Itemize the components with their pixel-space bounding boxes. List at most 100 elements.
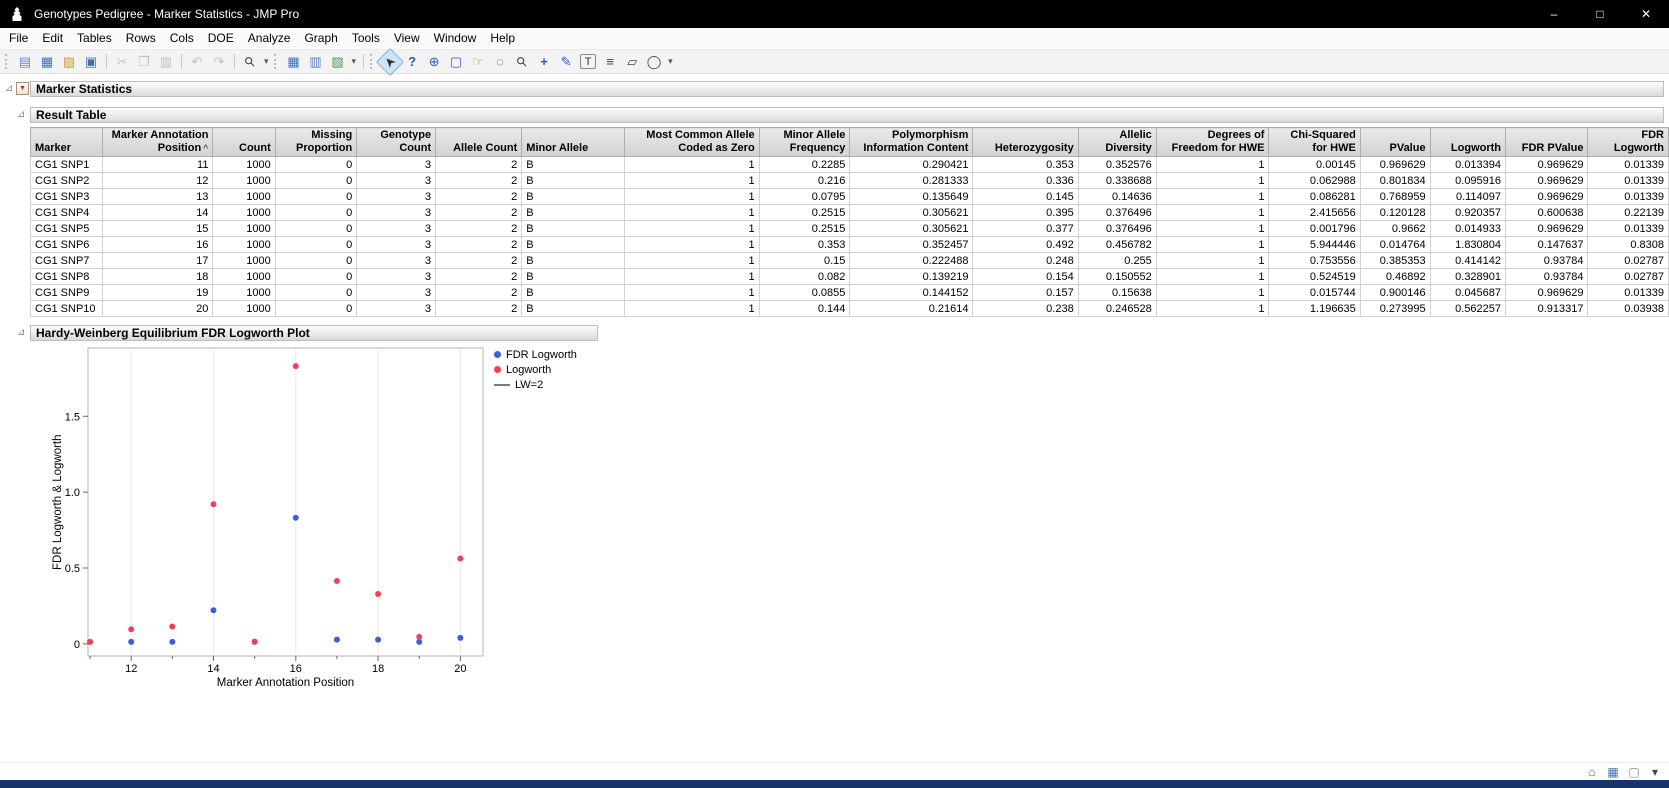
cell[interactable]: 0.305621: [850, 221, 973, 237]
cell[interactable]: 1: [1156, 221, 1269, 237]
cell[interactable]: 0.969629: [1506, 189, 1588, 205]
cell[interactable]: 3: [357, 221, 436, 237]
cell[interactable]: 0: [275, 237, 356, 253]
fdr-logworth-point[interactable]: [375, 637, 381, 643]
cell[interactable]: 0.01339: [1588, 189, 1669, 205]
cell[interactable]: 1: [1156, 205, 1269, 221]
col-header-degrees-of[interactable]: Degrees ofFreedom for HWE: [1156, 128, 1269, 157]
col-header-fdr-pvalue[interactable]: FDR PValue: [1506, 128, 1588, 157]
result-table-header[interactable]: Result Table: [30, 107, 1664, 123]
cell[interactable]: 0.753556: [1269, 253, 1360, 269]
col-header-heterozygosity[interactable]: Heterozygosity: [973, 128, 1078, 157]
polygon-annotation-icon[interactable]: ▱: [622, 52, 642, 72]
cell[interactable]: 0.246528: [1078, 301, 1156, 317]
cell[interactable]: 0.377: [973, 221, 1078, 237]
cell[interactable]: 0.456782: [1078, 237, 1156, 253]
logworth-point[interactable]: [210, 501, 216, 507]
cell[interactable]: 1000: [213, 269, 275, 285]
cell[interactable]: 0: [275, 157, 356, 173]
cell[interactable]: 0: [275, 285, 356, 301]
lasso-tool-icon[interactable]: ◌: [490, 52, 510, 72]
cell[interactable]: 1: [624, 157, 759, 173]
cell[interactable]: 0.969629: [1506, 221, 1588, 237]
cell[interactable]: 0.768959: [1360, 189, 1430, 205]
cell[interactable]: 0.969629: [1360, 157, 1430, 173]
cell[interactable]: 0: [275, 253, 356, 269]
cell[interactable]: 0.0795: [759, 189, 850, 205]
plot-disclosure-icon[interactable]: ⊿: [17, 327, 25, 339]
cell[interactable]: 0.216: [759, 173, 850, 189]
cell[interactable]: 3: [357, 189, 436, 205]
cell[interactable]: 0.144152: [850, 285, 973, 301]
cell[interactable]: 0: [275, 173, 356, 189]
cell[interactable]: 2: [436, 157, 522, 173]
col-header-allelic[interactable]: AllelicDiversity: [1078, 128, 1156, 157]
cell[interactable]: B: [522, 237, 624, 253]
cell[interactable]: CG1 SNP1: [31, 157, 103, 173]
legend-item-fdr-logworth[interactable]: FDR Logworth: [494, 347, 577, 362]
cell[interactable]: 1: [1156, 301, 1269, 317]
cell[interactable]: 0.93784: [1506, 269, 1588, 285]
cell[interactable]: 16: [103, 237, 213, 253]
cell[interactable]: 0.014764: [1360, 237, 1430, 253]
fdr-logworth-point[interactable]: [293, 515, 299, 521]
col-header-fdr[interactable]: FDRLogworth: [1588, 128, 1669, 157]
col-header-missing[interactable]: MissingProportion: [275, 128, 356, 157]
cell[interactable]: 0: [275, 189, 356, 205]
cell[interactable]: 2.415656: [1269, 205, 1360, 221]
menu-window[interactable]: Window: [427, 28, 484, 49]
cell[interactable]: 2: [436, 189, 522, 205]
menu-graph[interactable]: Graph: [297, 28, 344, 49]
cell[interactable]: 1: [624, 237, 759, 253]
window-blank-icon[interactable]: ▢: [1626, 764, 1642, 779]
fdr-logworth-point[interactable]: [457, 635, 463, 641]
cell[interactable]: 0.2515: [759, 205, 850, 221]
cell[interactable]: 0.01339: [1588, 221, 1669, 237]
cell[interactable]: 20: [103, 301, 213, 317]
cell[interactable]: 0.014933: [1430, 221, 1505, 237]
cell[interactable]: 1000: [213, 157, 275, 173]
cell[interactable]: 0.492: [973, 237, 1078, 253]
logworth-point[interactable]: [334, 578, 340, 584]
cell[interactable]: 0.414142: [1430, 253, 1505, 269]
cell[interactable]: 0.255: [1078, 253, 1156, 269]
cell[interactable]: 0.147637: [1506, 237, 1588, 253]
cell[interactable]: 1: [624, 221, 759, 237]
cell[interactable]: 2: [436, 205, 522, 221]
col-header-allele-count[interactable]: Allele Count: [436, 128, 522, 157]
cell[interactable]: 0.305621: [850, 205, 973, 221]
cell[interactable]: 0.801834: [1360, 173, 1430, 189]
col-header-pvalue[interactable]: PValue: [1360, 128, 1430, 157]
cell[interactable]: 0.524519: [1269, 269, 1360, 285]
data-table-window-icon[interactable]: ▦: [284, 52, 304, 72]
paste-icon[interactable]: ▥: [156, 52, 176, 72]
cell[interactable]: 0.353: [759, 237, 850, 253]
menu-analyze[interactable]: Analyze: [241, 28, 298, 49]
cell[interactable]: 2: [436, 253, 522, 269]
cell[interactable]: 0.15638: [1078, 285, 1156, 301]
cell[interactable]: 0.150552: [1078, 269, 1156, 285]
logworth-point[interactable]: [252, 639, 258, 645]
menu-doe[interactable]: DOE: [201, 28, 241, 49]
fdr-logworth-point[interactable]: [210, 607, 216, 613]
cell[interactable]: 2: [436, 237, 522, 253]
cell[interactable]: 0.120128: [1360, 205, 1430, 221]
save-icon[interactable]: ▣: [81, 52, 101, 72]
cell[interactable]: 0.135649: [850, 189, 973, 205]
cell[interactable]: 0: [275, 221, 356, 237]
col-header-marker[interactable]: Marker: [31, 128, 103, 157]
result-table-disclosure-icon[interactable]: ⊿: [17, 109, 25, 121]
new-journal-icon[interactable]: ▤: [15, 52, 35, 72]
cell[interactable]: 3: [357, 205, 436, 221]
cell[interactable]: 1: [1156, 253, 1269, 269]
cell[interactable]: 1000: [213, 237, 275, 253]
copy-table-icon[interactable]: ▥: [306, 52, 326, 72]
cell[interactable]: CG1 SNP7: [31, 253, 103, 269]
cell[interactable]: 0.114097: [1430, 189, 1505, 205]
logworth-point[interactable]: [375, 591, 381, 597]
cell[interactable]: 0.46892: [1360, 269, 1430, 285]
cell[interactable]: 1: [1156, 285, 1269, 301]
logworth-point[interactable]: [416, 634, 422, 640]
cut-icon[interactable]: ✂: [112, 52, 132, 72]
cell[interactable]: 1: [624, 301, 759, 317]
